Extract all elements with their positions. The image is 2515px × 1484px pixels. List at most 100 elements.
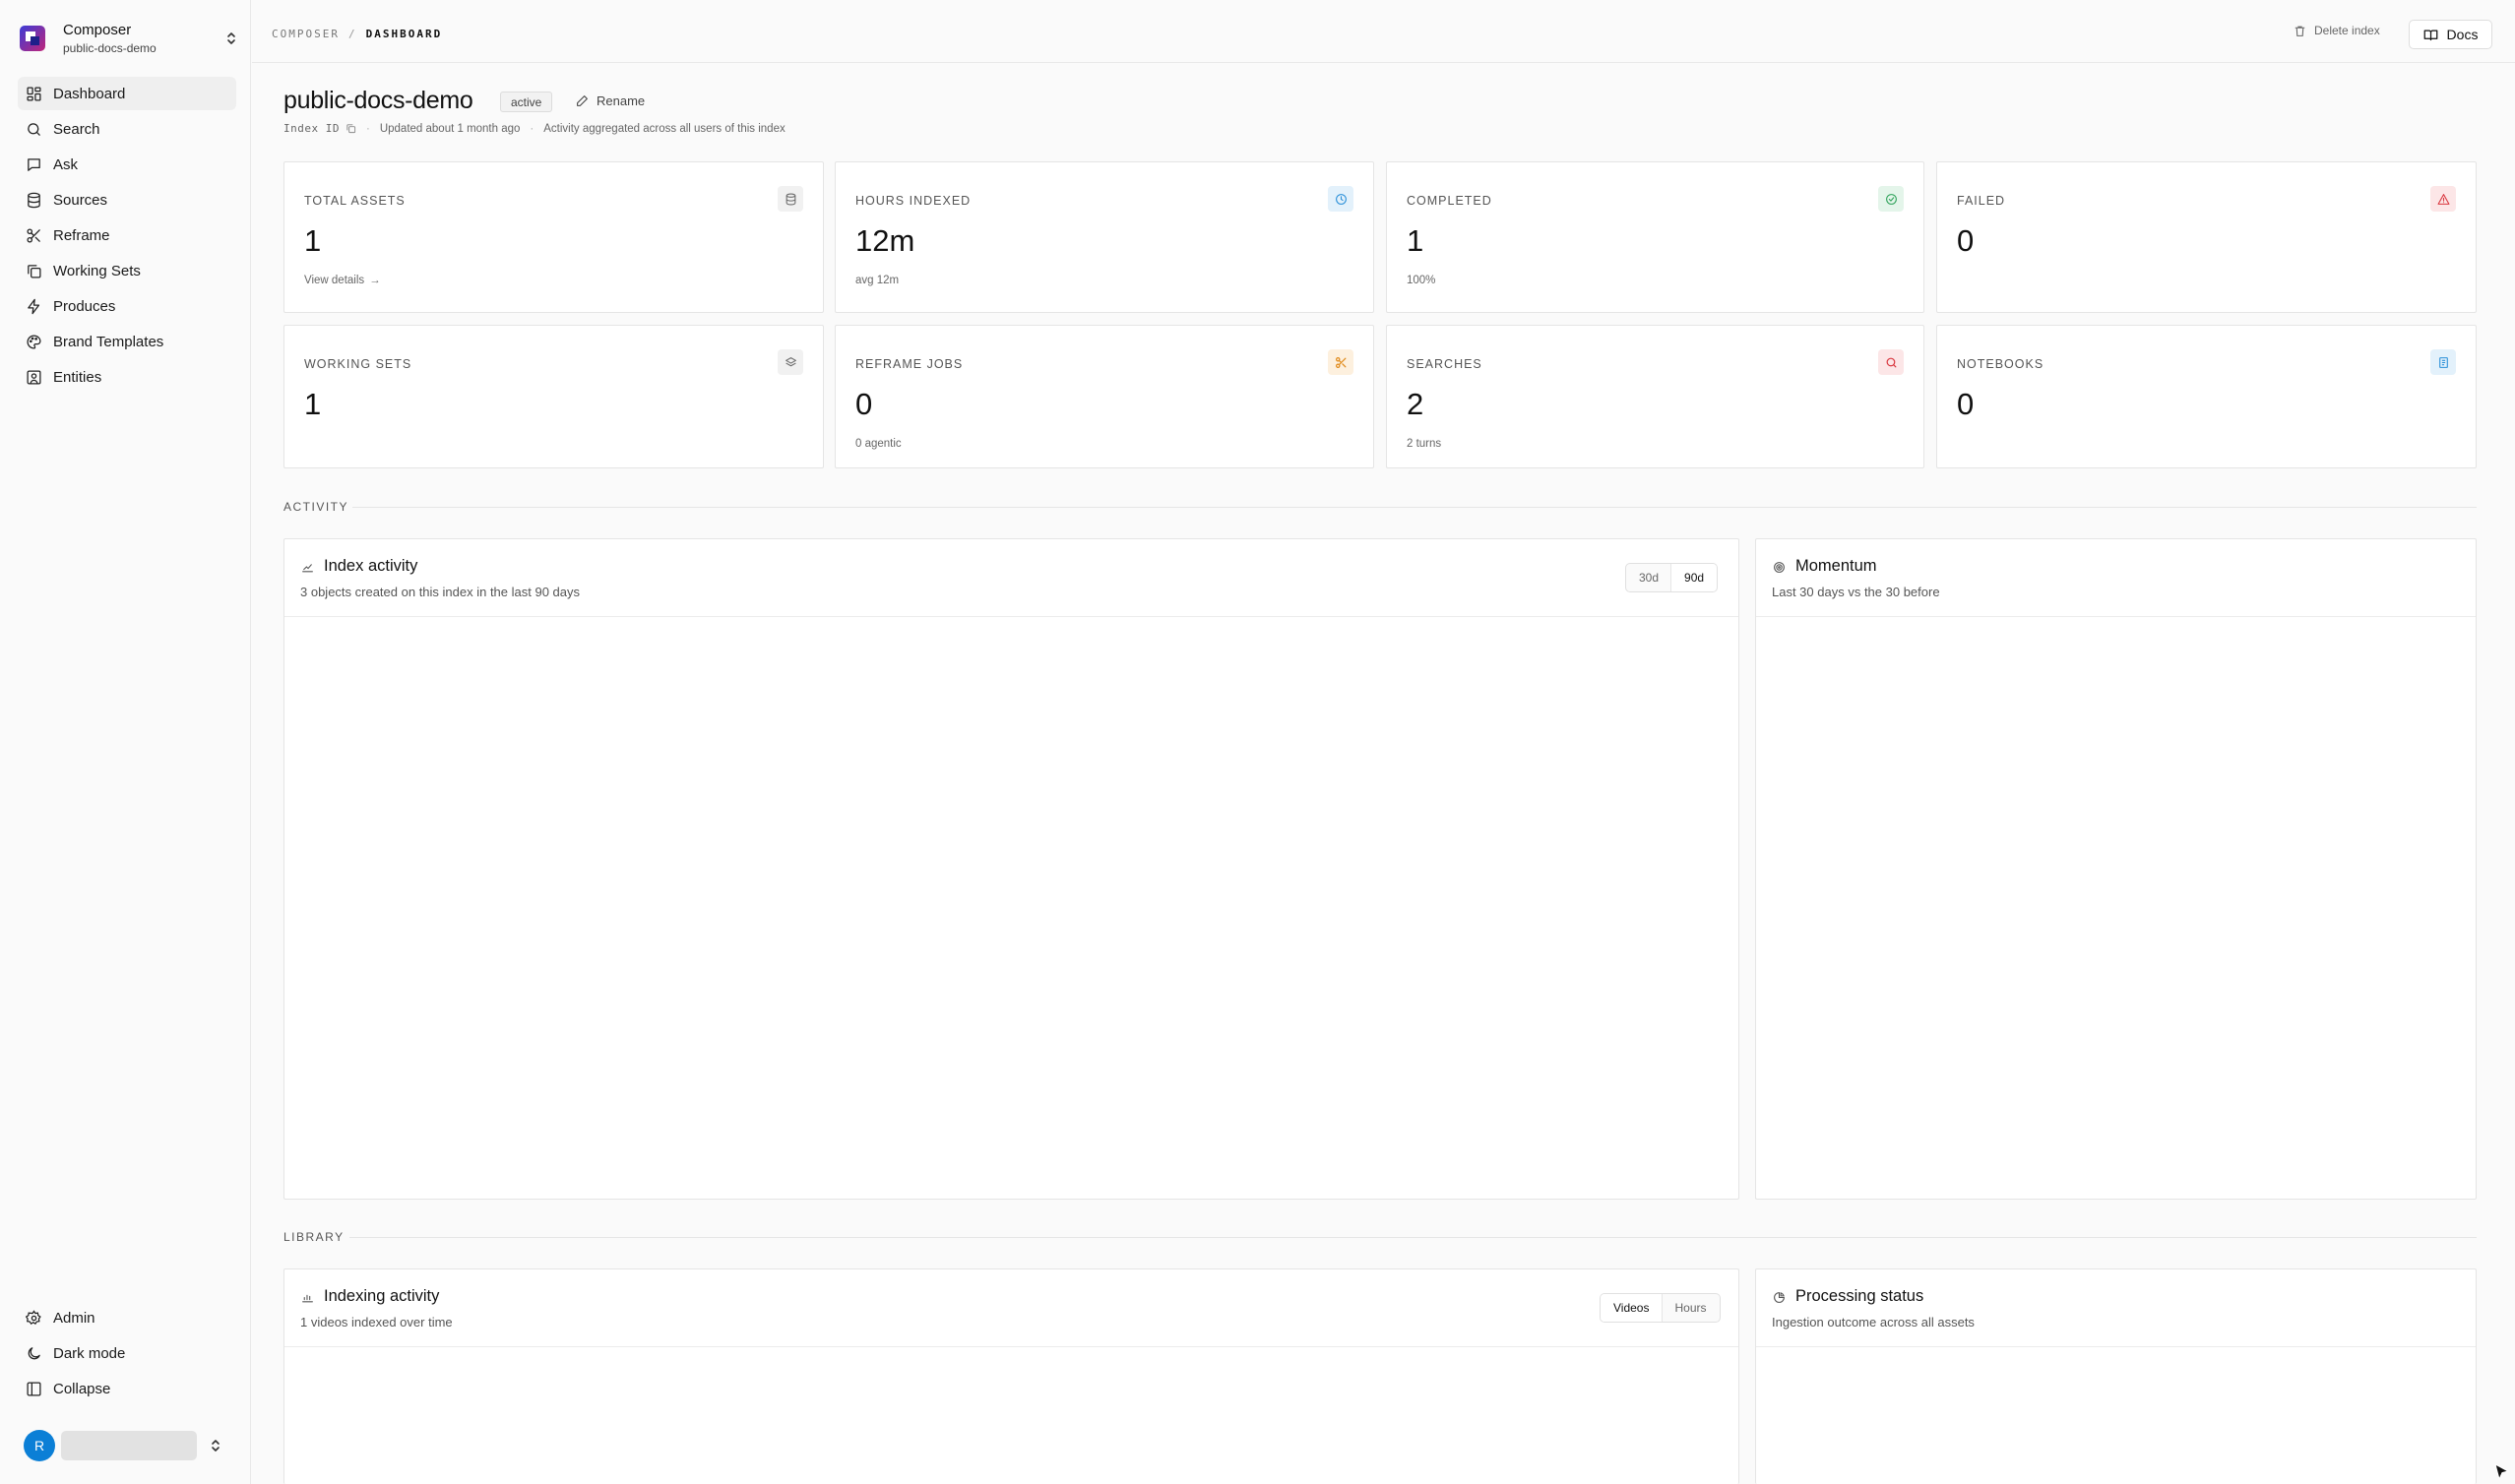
collapse-sidebar-button[interactable]: Collapse bbox=[18, 1372, 236, 1405]
docs-label: Docs bbox=[2446, 27, 2479, 42]
panel-subtitle: Ingestion outcome across all assets bbox=[1772, 1315, 1975, 1329]
sidebar-item-dashboard[interactable]: Dashboard bbox=[18, 77, 236, 110]
user-name-placeholder bbox=[61, 1431, 197, 1460]
stat-label: COMPLETED bbox=[1407, 194, 1492, 208]
processing-status-panel: Processing status Ingestion outcome acro… bbox=[1755, 1268, 2477, 1484]
bottom-nav: Admin Dark mode Collapse bbox=[18, 1301, 236, 1407]
stat-sub: 0 agentic bbox=[855, 438, 902, 450]
range-90d-button[interactable]: 90d bbox=[1671, 564, 1718, 591]
copy-icon[interactable] bbox=[346, 123, 356, 134]
mode-hours-button[interactable]: Hours bbox=[1662, 1294, 1719, 1322]
pie-chart-icon bbox=[1774, 1292, 1785, 1303]
stat-card-notebooks: NOTEBOOKS 0 bbox=[1936, 325, 2477, 468]
stat-card-searches: SEARCHES 2 2 turns bbox=[1386, 325, 1924, 468]
sidebar-item-label: Produces bbox=[53, 297, 116, 315]
sidebar-item-label: Search bbox=[53, 120, 100, 138]
mode-videos-button[interactable]: Videos bbox=[1601, 1294, 1663, 1322]
sidebar-item-entities[interactable]: Entities bbox=[18, 360, 236, 394]
stat-value: 0 bbox=[1957, 223, 1975, 258]
sidebar-item-sources[interactable]: Sources bbox=[18, 183, 236, 216]
panel-subtitle: 3 objects created on this index in the l… bbox=[300, 585, 581, 599]
pencil-icon bbox=[577, 95, 588, 106]
user-menu[interactable]: R bbox=[24, 1429, 230, 1462]
momentum-panel: Momentum Last 30 days vs the 30 before bbox=[1755, 538, 2477, 1200]
breadcrumb-current: DASHBOARD bbox=[365, 28, 443, 40]
stat-card-failed: FAILED 0 bbox=[1936, 161, 2477, 313]
contact-icon bbox=[27, 369, 41, 385]
stat-label: TOTAL ASSETS bbox=[304, 194, 406, 208]
arrow-right-icon: → bbox=[369, 275, 381, 286]
sidebar: Composer public-docs-demo Dashboard Sear… bbox=[0, 0, 251, 1484]
stat-value: 0 bbox=[1957, 387, 1975, 421]
dark-mode-toggle[interactable]: Dark mode bbox=[18, 1336, 236, 1370]
delete-index-label: Delete index bbox=[2314, 24, 2380, 37]
view-details-link[interactable]: View details → bbox=[304, 275, 381, 286]
docs-button[interactable]: Docs bbox=[2409, 20, 2492, 49]
scissors-icon bbox=[27, 227, 40, 243]
index-meta: Index ID · Updated about 1 month ago · A… bbox=[283, 122, 786, 135]
alert-triangle-icon bbox=[2430, 186, 2456, 212]
stat-value: 12m bbox=[855, 223, 915, 258]
sidebar-item-label: Ask bbox=[53, 155, 79, 173]
meta-separator: · bbox=[530, 122, 534, 135]
stat-label: WORKING SETS bbox=[304, 357, 412, 371]
check-circle-icon bbox=[1878, 186, 1904, 212]
indexing-activity-panel: Indexing activity 1 videos indexed over … bbox=[283, 1268, 1739, 1484]
bar-chart-icon bbox=[302, 1294, 313, 1303]
sidebar-item-label: Entities bbox=[53, 368, 102, 386]
page-title: public-docs-demo bbox=[283, 87, 473, 114]
main-nav: Dashboard Search Ask Sources Reframe Wor… bbox=[18, 77, 236, 396]
rename-button[interactable]: Rename bbox=[576, 93, 645, 108]
sidebar-item-admin[interactable]: Admin bbox=[18, 1301, 236, 1334]
sidebar-item-produces[interactable]: Produces bbox=[18, 289, 236, 323]
breadcrumb-separator: / bbox=[347, 28, 357, 40]
gear-icon bbox=[26, 1309, 41, 1325]
stat-label: REFRAME JOBS bbox=[855, 357, 964, 371]
app-logo bbox=[20, 26, 45, 51]
search-icon bbox=[1878, 349, 1904, 375]
sidebar-item-label: Reframe bbox=[53, 226, 110, 244]
sidebar-item-label: Working Sets bbox=[53, 262, 141, 279]
stat-card-working-sets: WORKING SETS 1 bbox=[283, 325, 824, 468]
activity-note: Activity aggregated across all users of … bbox=[543, 122, 786, 135]
target-icon bbox=[1774, 562, 1785, 573]
updated-text: Updated about 1 month ago bbox=[379, 122, 521, 135]
workspace-name: Composer bbox=[63, 21, 132, 38]
workspace-switcher[interactable]: Composer public-docs-demo bbox=[20, 16, 238, 61]
chevrons-up-down-icon bbox=[224, 29, 238, 48]
section-divider bbox=[352, 507, 2477, 508]
breadcrumb: COMPOSER / DASHBOARD bbox=[272, 28, 442, 40]
sidebar-item-search[interactable]: Search bbox=[18, 112, 236, 146]
sidebar-item-label: Brand Templates bbox=[53, 333, 164, 350]
sidebar-item-label: Dark mode bbox=[53, 1344, 126, 1362]
database-icon bbox=[778, 186, 803, 212]
sidebar-item-label: Admin bbox=[53, 1309, 95, 1327]
stat-sub: 2 turns bbox=[1407, 438, 1442, 450]
delete-index-button[interactable]: Delete index bbox=[2294, 24, 2380, 37]
panel-title: Processing status bbox=[1795, 1287, 1924, 1305]
stat-label: NOTEBOOKS bbox=[1957, 357, 2044, 371]
stat-card-reframe-jobs: REFRAME JOBS 0 0 agentic bbox=[835, 325, 1374, 468]
index-id-label: Index ID bbox=[283, 122, 340, 135]
status-badge: active bbox=[500, 92, 553, 112]
top-bar: COMPOSER / DASHBOARD Delete index Docs bbox=[252, 0, 2515, 63]
breadcrumb-root[interactable]: COMPOSER bbox=[272, 28, 340, 40]
stat-sub: 100% bbox=[1407, 275, 1436, 286]
stat-value: 1 bbox=[1407, 223, 1424, 258]
sidebar-item-reframe[interactable]: Reframe bbox=[18, 218, 236, 252]
sidebar-item-working-sets[interactable]: Working Sets bbox=[18, 254, 236, 287]
meta-separator: · bbox=[365, 122, 370, 135]
rename-label: Rename bbox=[597, 93, 646, 108]
notebook-icon bbox=[2430, 349, 2456, 375]
scissors-icon bbox=[1328, 349, 1353, 375]
panel-title: Momentum bbox=[1795, 557, 1877, 575]
view-details-label: View details bbox=[304, 275, 365, 286]
dashboard-icon bbox=[27, 86, 41, 101]
stat-card-hours-indexed: HOURS INDEXED 12m avg 12m bbox=[835, 161, 1374, 313]
section-divider bbox=[349, 1237, 2477, 1238]
copy-icon bbox=[28, 264, 41, 278]
layers-icon bbox=[778, 349, 803, 375]
sidebar-item-ask[interactable]: Ask bbox=[18, 148, 236, 181]
range-30d-button[interactable]: 30d bbox=[1626, 564, 1671, 591]
sidebar-item-brand-templates[interactable]: Brand Templates bbox=[18, 325, 236, 358]
